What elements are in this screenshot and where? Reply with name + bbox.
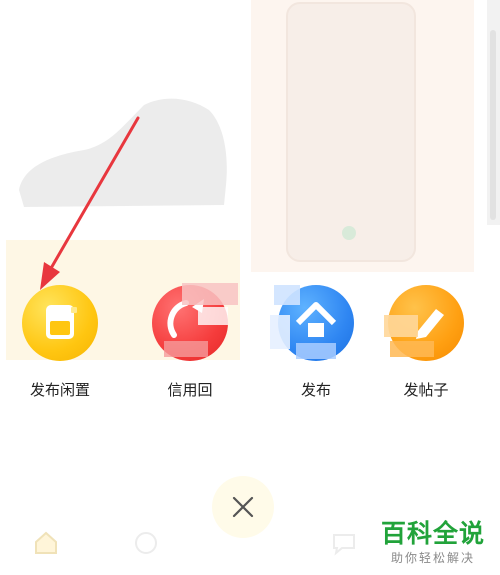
watermark-slogan: 助你轻松解决 (390, 551, 475, 565)
close-icon (232, 496, 254, 518)
watermark: 百科全说 助你轻松解决 (374, 514, 492, 566)
watermark-brand: 百科全说 (380, 520, 485, 548)
close-button[interactable] (212, 476, 274, 538)
